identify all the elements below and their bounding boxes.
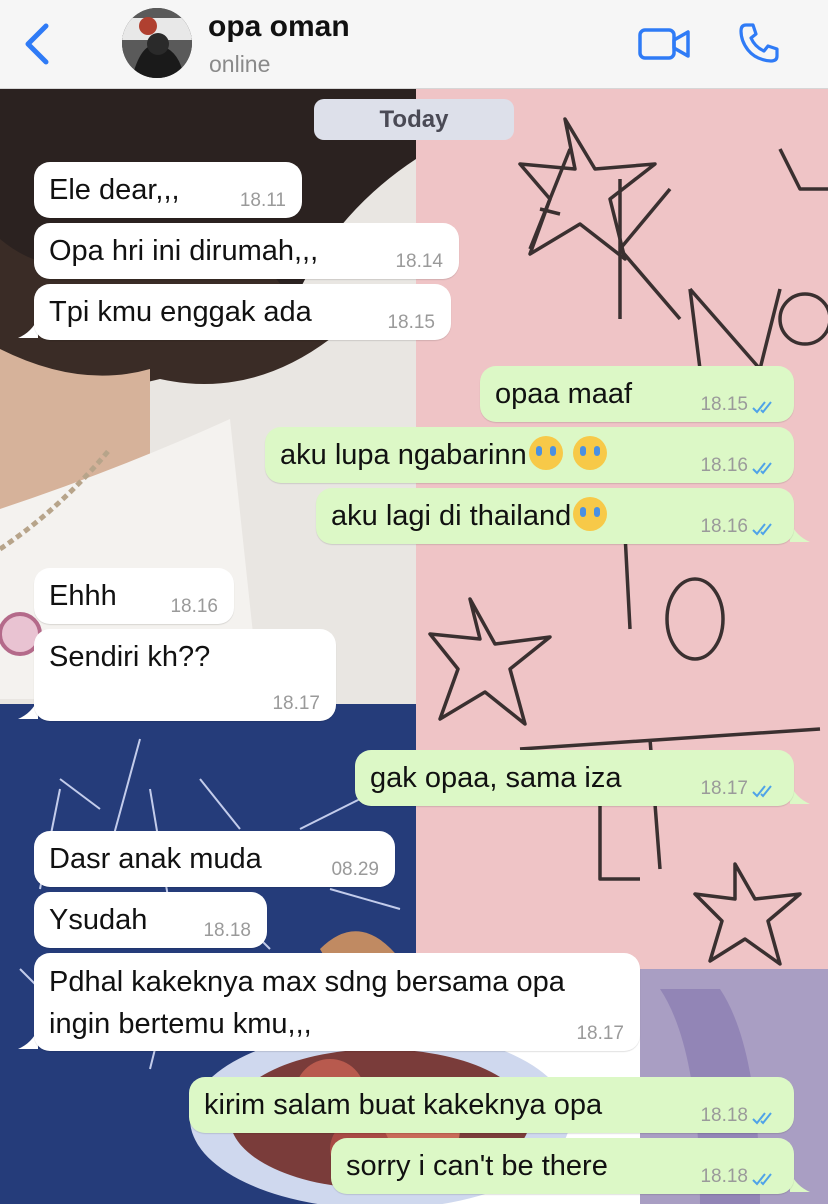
avatar-image bbox=[122, 8, 192, 78]
message-text: sorry i can't be there bbox=[346, 1150, 608, 1182]
outgoing-message[interactable]: gak opaa, sama iza 18.17 bbox=[355, 750, 794, 806]
message-time: 18.11 bbox=[239, 190, 286, 211]
read-ticks-icon bbox=[752, 401, 772, 414]
outgoing-message[interactable]: opaa maaf 18.15 bbox=[480, 366, 794, 422]
message-text: Ysudah bbox=[49, 904, 148, 936]
message-text: Dasr anak muda bbox=[49, 843, 262, 875]
loudly-crying-face-icon bbox=[573, 497, 608, 531]
contact-status: online bbox=[209, 51, 271, 77]
video-call-button[interactable] bbox=[636, 22, 692, 66]
message-time: 18.16 bbox=[700, 455, 748, 476]
incoming-message[interactable]: Ele dear,,, 18.11 bbox=[34, 162, 302, 218]
incoming-message[interactable]: Dasr anak muda 08.29 bbox=[34, 831, 395, 887]
message-text-content: aku lupa ngabarinn bbox=[280, 439, 527, 471]
incoming-message[interactable]: Tpi kmu enggak ada 18.15 bbox=[34, 284, 451, 340]
message-text: Tpi kmu enggak ada bbox=[49, 296, 312, 328]
message-time: 18.14 bbox=[395, 251, 443, 272]
read-ticks-icon bbox=[752, 523, 772, 536]
message-text: Opa hri ini dirumah,,, bbox=[49, 235, 319, 267]
message-text: Sendiri kh?? bbox=[49, 641, 211, 673]
contact-avatar[interactable] bbox=[122, 8, 192, 78]
chevron-left-icon bbox=[25, 23, 49, 65]
message-text: Pdhal kakeknya max sdng bersama opa ingi… bbox=[49, 966, 565, 1040]
voice-call-button[interactable] bbox=[736, 20, 782, 66]
message-text: Ele dear,,, bbox=[49, 174, 180, 206]
contact-name[interactable]: opa oman bbox=[208, 10, 350, 44]
message-text: aku lupa ngabarinn bbox=[280, 435, 607, 475]
video-camera-icon bbox=[638, 28, 690, 60]
phone-icon bbox=[739, 23, 779, 63]
read-ticks-icon bbox=[752, 785, 772, 798]
outgoing-message[interactable]: kirim salam buat kakeknya opa 18.18 bbox=[189, 1077, 794, 1133]
message-time: 18.18 bbox=[203, 920, 251, 941]
message-text: aku lagi di thailand bbox=[331, 496, 608, 536]
loudly-crying-face-icon bbox=[572, 436, 607, 470]
incoming-message[interactable]: Ehhh 18.16 bbox=[34, 568, 234, 624]
message-time: 08.29 bbox=[331, 859, 379, 880]
message-time: 18.16 bbox=[700, 516, 748, 537]
read-ticks-icon bbox=[752, 462, 772, 475]
chat-header: opa oman online bbox=[0, 0, 828, 89]
back-button[interactable] bbox=[18, 18, 58, 70]
incoming-message[interactable]: Opa hri ini dirumah,,, 18.14 bbox=[34, 223, 459, 279]
message-time: 18.17 bbox=[576, 1023, 624, 1044]
message-time: 18.15 bbox=[700, 394, 748, 415]
incoming-message[interactable]: Pdhal kakeknya max sdng bersama opa ingi… bbox=[34, 953, 640, 1051]
date-separator: Today bbox=[314, 99, 514, 140]
message-time: 18.17 bbox=[272, 693, 320, 714]
message-text: kirim salam buat kakeknya opa bbox=[204, 1089, 603, 1121]
message-time: 18.18 bbox=[700, 1166, 748, 1187]
message-time: 18.16 bbox=[170, 596, 218, 617]
incoming-message[interactable]: Sendiri kh?? 18.17 bbox=[34, 629, 336, 721]
message-time: 18.18 bbox=[700, 1105, 748, 1126]
message-text: Ehhh bbox=[49, 580, 117, 612]
loudly-crying-face-icon bbox=[528, 436, 563, 470]
message-time: 18.15 bbox=[387, 312, 435, 333]
read-ticks-icon bbox=[752, 1112, 772, 1125]
outgoing-message[interactable]: sorry i can't be there 18.18 bbox=[331, 1138, 794, 1194]
outgoing-message[interactable]: aku lupa ngabarinn 18.16 bbox=[265, 427, 794, 483]
read-ticks-icon bbox=[752, 1173, 772, 1186]
outgoing-message[interactable]: aku lagi di thailand 18.16 bbox=[316, 488, 794, 544]
message-text-content: aku lagi di thailand bbox=[331, 500, 572, 532]
incoming-message[interactable]: Ysudah 18.18 bbox=[34, 892, 267, 948]
message-text: gak opaa, sama iza bbox=[370, 762, 622, 794]
message-text: opaa maaf bbox=[495, 378, 633, 410]
message-time: 18.17 bbox=[700, 778, 748, 799]
